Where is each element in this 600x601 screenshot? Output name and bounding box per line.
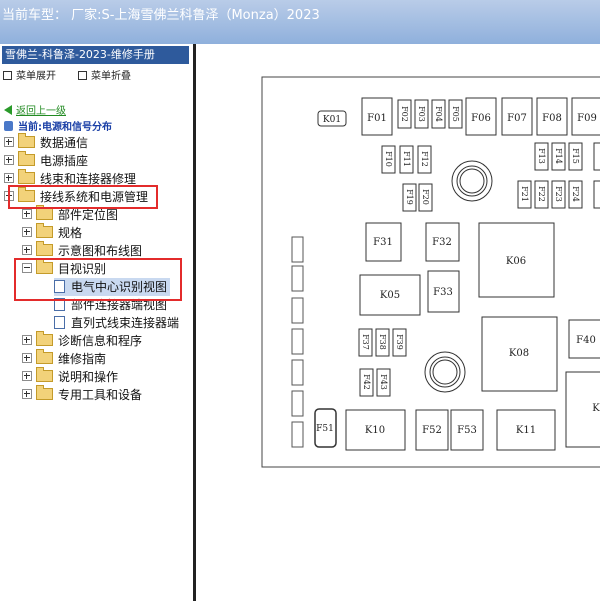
expand-plus-icon[interactable] [4,137,14,147]
label-F03: F03 [417,106,426,122]
tree-item-repair-guide[interactable]: 维修指南 [22,349,106,368]
back-link[interactable]: 返回上一级 [4,102,66,117]
title-bar: 当前车型： 厂家:S-上海雪佛兰科鲁泽（Monza）2023 [0,0,600,44]
label-F23: F23 [554,186,563,202]
label-F37: F37 [361,334,370,350]
label-F20: F20 [421,189,430,205]
label-F02: F02 [400,106,409,122]
tree-item-power-outlet[interactable]: 电源插座 [4,151,88,170]
expand-plus-icon[interactable] [22,209,32,219]
vehicle-title: 当前车型： 厂家:S-上海雪佛兰科鲁泽（Monza）2023 [2,8,320,23]
folder-icon [36,367,53,382]
label-F05: F05 [451,106,460,122]
expand-plus-icon[interactable] [22,245,32,255]
label-K06: K06 [506,256,526,267]
label-F15: F15 [571,148,580,164]
label-F42: F42 [362,374,371,390]
sidebar: 雪佛兰-科鲁泽-2023-维修手册 菜单展开 菜单折叠 返回上一级 当前:电源和… [0,44,193,601]
back-arrow-icon [4,105,12,115]
folder-icon [36,385,53,400]
label-F10: F10 [384,151,393,167]
content-pane: K01 F01 F02 F03 F04 F05 F06 F07 F08 F09 … [196,44,600,601]
current-location: 当前:电源和信号分布 [4,118,112,133]
label-F43: F43 [379,374,388,390]
label-K01: K01 [323,115,341,125]
folder-icon [18,133,35,148]
tree-item-special-tools[interactable]: 专用工具和设备 [22,385,142,404]
label-F32: F32 [432,237,452,248]
label-K08: K08 [509,348,529,359]
folder-icon [36,349,53,364]
highlight-box-visual-id [14,258,182,301]
label-F39: F39 [395,334,404,350]
label-F11: F11 [402,151,411,167]
label-F52: F52 [422,425,442,436]
label-F01: F01 [367,113,387,124]
folder-icon [18,169,35,184]
expand-icon [3,71,12,80]
tree-item-instructions[interactable]: 说明和操作 [22,367,118,386]
label-K11: K11 [516,425,536,436]
label-F21: F21 [520,186,529,202]
label-F12: F12 [420,151,429,167]
folder-icon [36,241,53,256]
label-F19: F19 [405,189,414,205]
label-F07: F07 [507,113,527,124]
label-K-right: K [592,403,600,414]
computer-icon [4,121,13,131]
menu-collapse-button[interactable]: 菜单折叠 [78,67,131,82]
tree-item-inline-connector[interactable]: 直列式线束连接器端 [54,314,179,332]
label-F40: F40 [576,335,596,346]
tree-item-diagnostics[interactable]: 诊断信息和程序 [22,331,142,350]
menu-expand-button[interactable]: 菜单展开 [3,67,56,82]
label-K05: K05 [380,290,400,301]
folder-icon [18,151,35,166]
highlight-box-wiring [8,185,158,209]
tree-item-specifications[interactable]: 规格 [22,223,82,242]
label-F08: F08 [542,113,562,124]
label-F24: F24 [571,186,580,202]
folder-icon [36,223,53,238]
label-K10: K10 [365,425,385,436]
label-F53: F53 [457,425,477,436]
expand-plus-icon[interactable] [22,389,32,399]
label-F09: F09 [577,113,597,124]
label-F38: F38 [378,334,387,350]
collapse-icon [78,71,87,80]
expand-plus-icon[interactable] [22,335,32,345]
expand-plus-icon[interactable] [4,155,14,165]
label-F06: F06 [471,113,491,124]
label-F13: F13 [537,148,546,164]
expand-plus-icon[interactable] [22,371,32,381]
tree-item-data-comm[interactable]: 数据通信 [4,133,88,152]
label-F51: F51 [316,424,334,434]
label-F33: F33 [433,287,453,298]
expand-plus-icon[interactable] [4,173,14,183]
label-F14: F14 [554,148,563,164]
expand-plus-icon[interactable] [22,227,32,237]
document-icon [54,316,65,329]
fuse-box-diagram: K01 F01 F02 F03 F04 F05 F06 F07 F08 F09 … [261,76,600,468]
expand-plus-icon[interactable] [22,353,32,363]
label-F22: F22 [537,186,546,202]
folder-icon [36,205,53,220]
label-F04: F04 [434,106,443,122]
manual-title: 雪佛兰-科鲁泽-2023-维修手册 [2,46,189,64]
label-F31: F31 [373,237,393,248]
folder-icon [36,331,53,346]
